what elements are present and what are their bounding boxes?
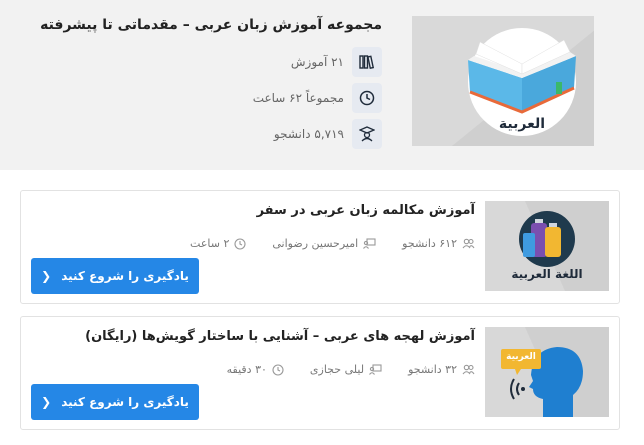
teacher-name: لیلی حجازی (309, 363, 365, 376)
students-meta: ۶۱۲ دانشجو (402, 237, 475, 250)
clock-icon (272, 363, 284, 376)
course-thumbnail[interactable]: اللغة العربية (485, 201, 609, 291)
users-icon (462, 238, 475, 249)
speaking-head-icon (501, 327, 609, 417)
chevron-left-icon: ❮ (41, 395, 52, 409)
collection-image-label: العربية (498, 116, 546, 132)
open-book-icon (468, 39, 576, 114)
total-duration: مجموعاً ۶۲ ساعت (252, 91, 344, 105)
course-image-label: العربية (506, 352, 536, 362)
course-title[interactable]: آموزش لهجه های عربی – آشنایی با ساختار گ… (85, 329, 475, 344)
students-stat: ۵,۷۱۹ دانشجو (274, 119, 382, 149)
teacher-icon (363, 238, 376, 249)
students-count: ۳۲ دانشجو (408, 363, 457, 376)
teacher-icon (369, 364, 382, 375)
course-image-label: اللغة العربية (511, 267, 583, 281)
start-learning-label: یادگیری را شروع کنید (61, 395, 189, 409)
course-thumbnail[interactable]: العربية (485, 327, 609, 417)
start-learning-button[interactable]: یادگیری را شروع کنید ❮ (31, 384, 199, 420)
lessons-count-stat: ۲۱ آموزش (291, 47, 382, 77)
course-card[interactable]: العربية آموزش لهجه های عربی – آشنایی با … (20, 316, 620, 430)
course-duration: ۲ ساعت (190, 237, 230, 250)
start-learning-button[interactable]: یادگیری را شروع کنید ❮ (31, 258, 199, 294)
students-count: ۶۱۲ دانشجو (402, 237, 457, 250)
students-count: ۵,۷۱۹ دانشجو (273, 127, 344, 141)
teacher-meta: لیلی حجازی (310, 363, 382, 376)
lessons-count: ۲۱ آموزش (290, 55, 344, 69)
graduate-icon (352, 119, 382, 149)
duration-stat: مجموعاً ۶۲ ساعت (253, 83, 382, 113)
collection-thumbnail: العربية (412, 16, 594, 146)
course-card[interactable]: اللغة العربية آموزش مکالمه زبان عربی در … (20, 190, 620, 304)
collection-header: العربية مجموعه آموزش زبان عربی – مقدماتی… (0, 0, 644, 170)
users-icon (462, 364, 475, 375)
teacher-name: امیرحسین رضوانی (272, 237, 359, 250)
duration-meta: ۳۰ دقیقه (227, 363, 284, 376)
students-meta: ۳۲ دانشجو (408, 363, 475, 376)
clock-icon (352, 83, 382, 113)
books-icon (352, 47, 382, 77)
start-learning-label: یادگیری را شروع کنید (61, 269, 189, 283)
course-meta: ۶۱۲ دانشجو امیرحسین رضوانی ۲ ساعت (190, 237, 475, 250)
course-meta: ۳۲ دانشجو لیلی حجازی ۳۰ دقیقه (227, 363, 475, 376)
course-duration: ۳۰ دقیقه (226, 363, 267, 376)
clock-icon (234, 237, 246, 250)
teacher-meta: امیرحسین رضوانی (272, 237, 376, 250)
chevron-left-icon: ❮ (41, 269, 52, 283)
course-title[interactable]: آموزش مکالمه زبان عربی در سفر (257, 203, 475, 218)
duration-meta: ۲ ساعت (190, 237, 246, 250)
collection-title: مجموعه آموزش زبان عربی – مقدماتی تا پیشر… (40, 17, 382, 33)
